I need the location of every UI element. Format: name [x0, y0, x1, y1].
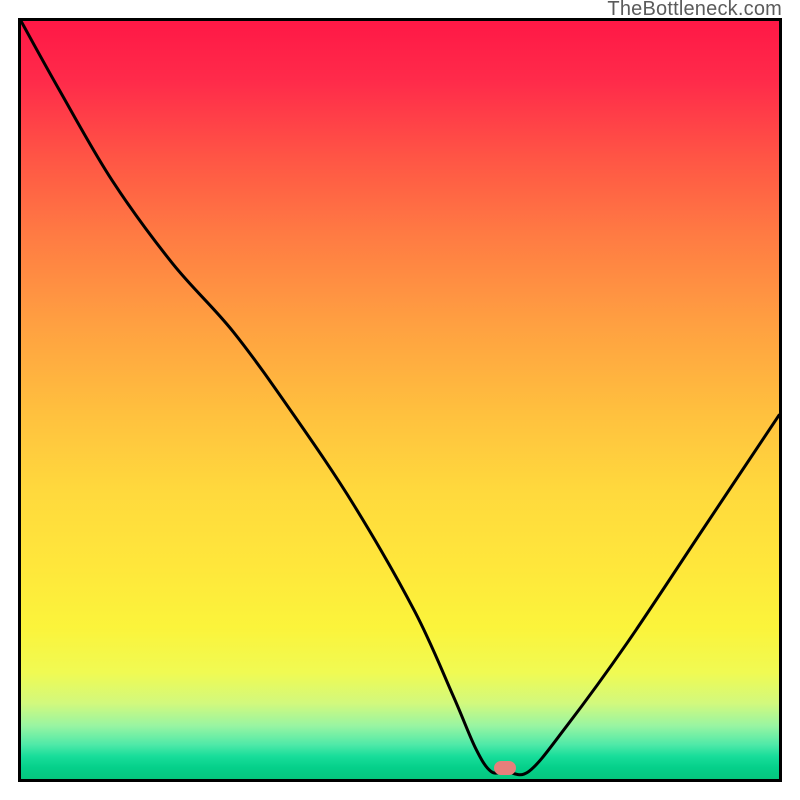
- bottleneck-curve: [21, 21, 779, 775]
- bottleneck-chart: TheBottleneck.com: [0, 0, 800, 800]
- plot-area: [18, 18, 782, 782]
- curve-layer: [21, 21, 779, 779]
- minimum-marker: [494, 761, 516, 775]
